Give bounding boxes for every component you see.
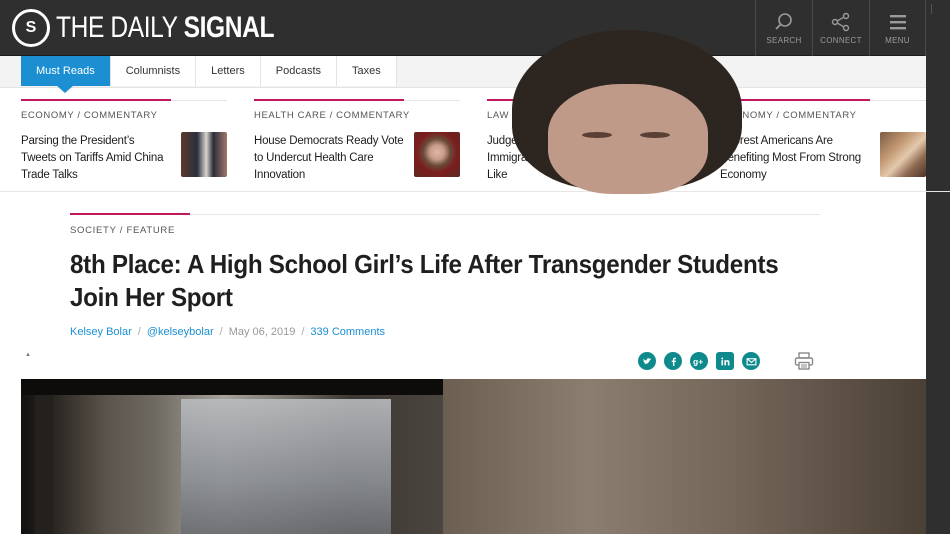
must-read-item[interactable]: HEALTH CARE / COMMENTARY House Democrats… <box>254 99 460 181</box>
author-link[interactable]: Kelsey Bolar <box>70 326 132 338</box>
header-tools: SEARCH CONNECT MENU <box>755 0 926 56</box>
print-icon[interactable] <box>794 352 814 370</box>
item-thumbnail[interactable] <box>880 132 926 177</box>
logo-mark: S <box>12 9 50 47</box>
site-header: S THE DAILY SIGNAL SEARCH CONNECT MENU <box>0 0 950 56</box>
item-category[interactable]: ECONOMY / COMMENTARY <box>21 110 158 121</box>
article-category[interactable]: SOCIETY / FEATURE <box>70 225 175 236</box>
must-read-item[interactable]: ECONOMY / COMMENTARY Parsing the Preside… <box>21 99 227 181</box>
facebook-icon[interactable] <box>664 352 682 370</box>
video-subject-face <box>548 84 708 194</box>
publish-date: May 06, 2019 <box>228 326 296 338</box>
video-doorframe <box>35 395 53 534</box>
page: S THE DAILY SIGNAL SEARCH CONNECT MENU M… <box>0 0 950 534</box>
item-accent-rule <box>21 99 171 101</box>
video-subject-eye <box>582 132 612 138</box>
connect-label: CONNECT <box>820 35 862 45</box>
svg-text:g+: g+ <box>693 357 703 367</box>
scrollbar[interactable] <box>926 0 950 534</box>
byline-separator: / <box>301 326 305 338</box>
hamburger-icon <box>889 14 906 29</box>
video-subject-eye <box>640 132 670 138</box>
search-label: SEARCH <box>766 35 802 45</box>
logo-light: THE DAILY <box>56 11 184 44</box>
video-top-band <box>21 379 443 395</box>
section-nav: Must Reads Columnists Letters Podcasts T… <box>0 56 926 93</box>
item-thumbnail[interactable] <box>181 132 227 177</box>
must-read-item[interactable]: ECONOMY / COMMENTARY Poorest Americans A… <box>720 99 926 181</box>
twitter-icon[interactable] <box>638 352 656 370</box>
tab-columnists[interactable]: Columnists <box>110 56 197 86</box>
search-button[interactable]: SEARCH <box>755 0 812 56</box>
article-accent-rule <box>70 213 190 215</box>
menu-label: MENU <box>885 35 910 45</box>
tab-taxes[interactable]: Taxes <box>337 56 397 86</box>
author-handle-link[interactable]: @kelseybolar <box>147 326 214 338</box>
share-icon <box>831 12 850 31</box>
must-reads-strip: ECONOMY / COMMENTARY Parsing the Preside… <box>0 88 950 192</box>
item-title[interactable]: House Democrats Ready Vote to Undercut H… <box>254 133 404 184</box>
item-accent-rule <box>254 99 404 101</box>
video-background-right <box>443 379 926 534</box>
tab-must-reads[interactable]: Must Reads <box>21 56 111 93</box>
connect-button[interactable]: CONNECT <box>812 0 869 56</box>
site-logo[interactable]: S THE DAILY SIGNAL <box>12 9 322 47</box>
menu-button[interactable]: MENU <box>869 0 926 56</box>
item-accent-rule <box>720 99 870 101</box>
tab-letters[interactable]: Letters <box>196 56 261 86</box>
byline-separator: / <box>137 326 141 338</box>
logo-wordmark: THE DAILY SIGNAL <box>56 9 274 47</box>
byline-separator: / <box>219 326 223 338</box>
share-buttons: g+ <box>638 352 760 370</box>
article-video[interactable] <box>21 379 926 534</box>
comments-link[interactable]: 339 Comments <box>310 326 385 338</box>
video-window-light <box>181 399 391 534</box>
google-plus-icon[interactable]: g+ <box>690 352 708 370</box>
logo-bold: SIGNAL <box>183 11 275 44</box>
scrollbar-thumb[interactable] <box>931 4 945 14</box>
linkedin-icon[interactable] <box>716 352 734 370</box>
item-thumbnail[interactable] <box>414 132 460 177</box>
nav-tabs: Must Reads Columnists Letters Podcasts T… <box>21 56 397 93</box>
search-icon <box>775 12 792 30</box>
tab-podcasts[interactable]: Podcasts <box>260 56 337 86</box>
item-title[interactable]: Poorest Americans Are Benefiting Most Fr… <box>720 133 870 184</box>
article-byline: Kelsey Bolar / @kelseybolar / May 06, 2019 / 3… <box>70 326 385 338</box>
item-title[interactable]: Parsing the President’s Tweets on Tariff… <box>21 133 171 184</box>
article-headline: 8th Place: A High School Girl’s Life Aft… <box>70 249 779 312</box>
email-icon[interactable] <box>742 352 760 370</box>
decorative-mark: ▲ <box>25 352 31 358</box>
item-category[interactable]: HEALTH CARE / COMMENTARY <box>254 110 410 121</box>
